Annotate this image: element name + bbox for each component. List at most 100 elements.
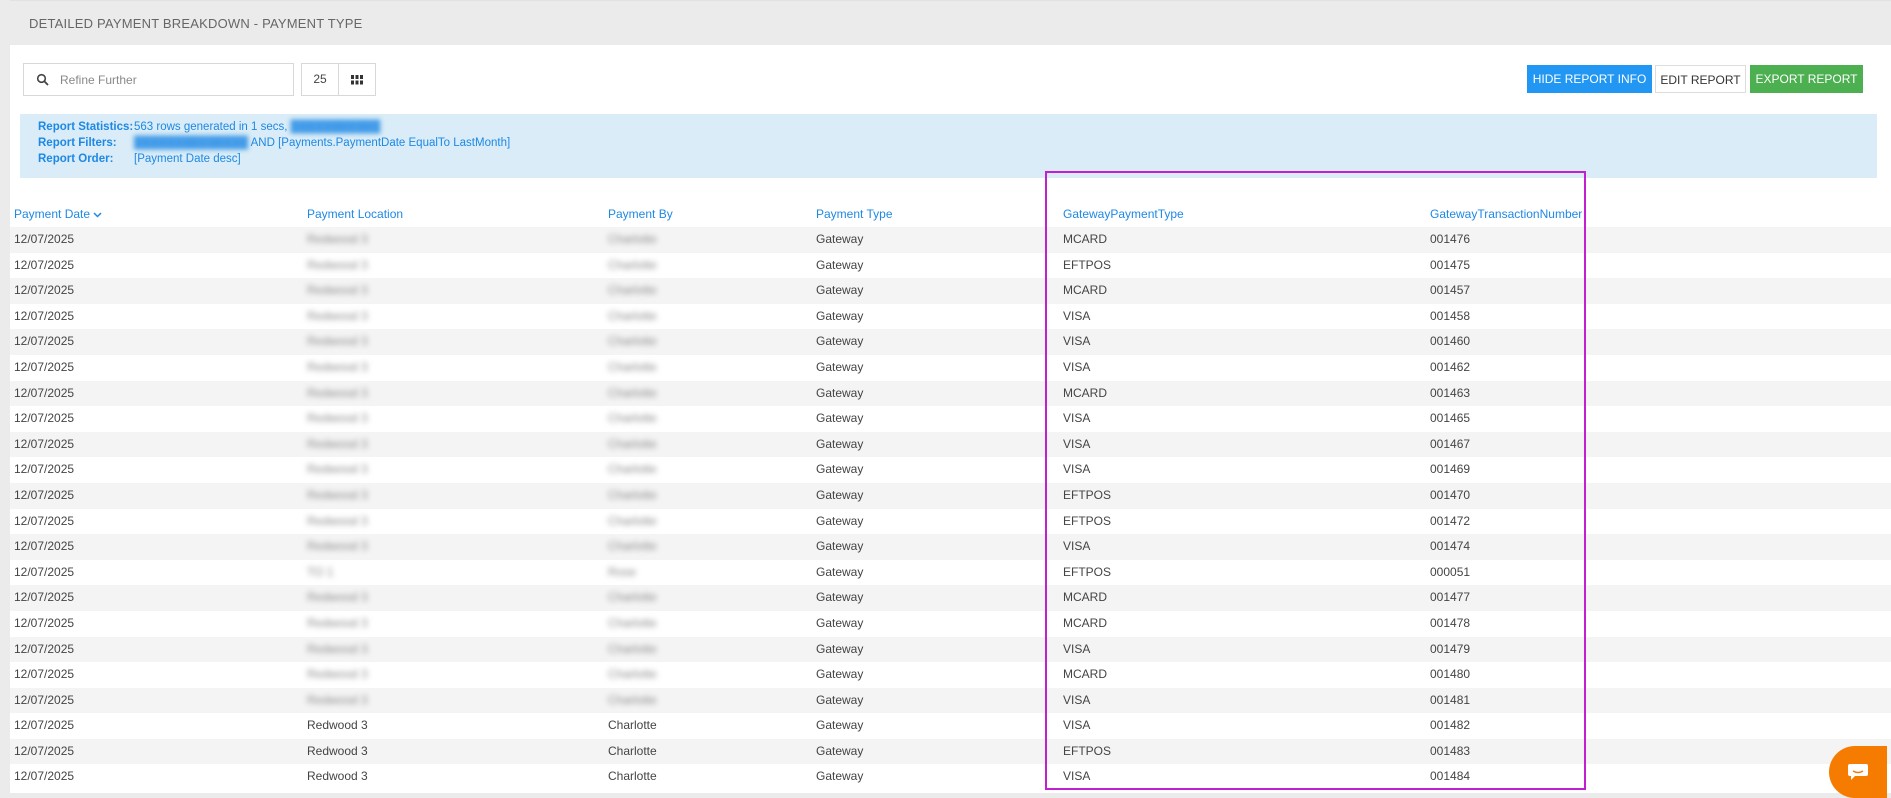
table-cell: VISA (1063, 718, 1091, 733)
table-cell: 001484 (1430, 769, 1471, 784)
page-size-select[interactable]: 25 (301, 63, 339, 96)
table-cell: Redwood 3 (307, 385, 368, 400)
table-row: 12/07/2025 Redwood 3 Charlotte Gateway VISA 0… (10, 406, 1891, 432)
table-cell: Gateway (816, 462, 864, 477)
table-cell: Charlotte (608, 667, 657, 682)
chevron-down-icon (93, 212, 102, 218)
table-row: 12/07/2025 Redwood 3 Charlotte Gateway VISA 0… (10, 764, 1891, 790)
table-cell: VISA (1063, 692, 1091, 707)
table-cell: Gateway (816, 308, 864, 323)
table-cell: Redwood 3 (307, 232, 368, 246)
table-cell: 001457 (1430, 283, 1471, 298)
table-cell: 12/07/2025 (14, 615, 75, 630)
table-cell: Gateway (816, 436, 864, 451)
table-row: 12/07/2025 Redwood 3 Charlotte Gateway EFTPO… (10, 509, 1891, 535)
table-row: 12/07/2025 Redwood 3 Charlotte Gateway MCARD… (10, 227, 1891, 253)
header-bar: DETAILED PAYMENT BREAKDOWN - PAYMENT TYP… (10, 0, 1891, 45)
table-cell: Charlotte (608, 615, 657, 630)
table-cell: 001472 (1430, 513, 1471, 528)
table-cell: Charlotte (608, 359, 657, 374)
table-cell: Charlotte (608, 539, 657, 554)
table-cell: Charlotte (608, 487, 657, 502)
table-cell: Gateway (816, 743, 864, 758)
report-filters-text: AND [Payments.PaymentDate EqualTo LastMo… (250, 137, 511, 149)
hide-report-info-button[interactable]: HIDE REPORT INFO (1527, 65, 1652, 93)
table-cell: Gateway (816, 539, 864, 554)
table-cell: MCARD (1063, 232, 1107, 246)
table-cell: EFTPOS (1063, 257, 1112, 272)
column-header-gateway-transaction-number[interactable]: GatewayTransactionNumber (1430, 207, 1582, 221)
report-stats-text: 563 rows generated in 1 secs, (134, 121, 288, 133)
table-cell: Redwood 3 (307, 283, 368, 298)
column-header-payment-type[interactable]: Payment Type (816, 207, 893, 221)
table-cell: 12/07/2025 (14, 411, 75, 426)
table-cell: 12/07/2025 (14, 359, 75, 374)
table-cell: 12/07/2025 (14, 283, 75, 298)
table-cell: 000051 (1430, 564, 1471, 579)
export-report-button[interactable]: EXPORT REPORT (1750, 65, 1863, 93)
table-row: 12/07/2025 Redwood 3 Charlotte Gateway VISA 0… (10, 329, 1891, 355)
search-icon (36, 73, 49, 86)
table-cell: MCARD (1063, 667, 1107, 682)
table-cell: 001470 (1430, 487, 1471, 502)
table-cell: Redwood 3 (307, 743, 368, 758)
table-cell: Charlotte (608, 513, 657, 528)
table-cell: Charlotte (608, 590, 657, 605)
table-cell: 001458 (1430, 308, 1471, 323)
table-cell: EFTPOS (1063, 743, 1112, 758)
table-cell: Gateway (816, 257, 864, 272)
table-cell: VISA (1063, 539, 1091, 554)
table-cell: Redwood 3 (307, 334, 368, 349)
column-header-payment-by[interactable]: Payment By (608, 207, 673, 221)
table-cell: VISA (1063, 334, 1091, 349)
table-cell: 001481 (1430, 692, 1471, 707)
table-cell: 001482 (1430, 718, 1471, 733)
table-cell: VISA (1063, 462, 1091, 477)
table-cell: MCARD (1063, 283, 1107, 298)
table-cell: Gateway (816, 359, 864, 374)
table-row: 12/07/2025 Redwood 3 Charlotte Gateway VISA 0… (10, 304, 1891, 330)
column-header-payment-date[interactable]: Payment Date (14, 207, 102, 221)
table-cell: 001476 (1430, 232, 1471, 246)
search-box[interactable] (23, 63, 294, 96)
table-cell: Redwood 3 (307, 615, 368, 630)
column-chooser-button[interactable] (338, 63, 376, 96)
search-input[interactable] (58, 65, 288, 94)
column-header-gateway-payment-type[interactable]: GatewayPaymentType (1063, 207, 1184, 221)
table-row: 12/07/2025 Redwood 3 Charlotte Gateway VISA 0… (10, 713, 1891, 739)
table-cell: Charlotte (608, 718, 657, 733)
report-order-value: [Payment Date desc] (134, 153, 241, 165)
table-cell: 12/07/2025 (14, 487, 75, 502)
table-cell: 001469 (1430, 462, 1471, 477)
table-cell: Charlotte (608, 769, 657, 784)
table-cell: 12/07/2025 (14, 564, 75, 579)
table-cell: 12/07/2025 (14, 743, 75, 758)
edit-report-button[interactable]: EDIT REPORT (1655, 65, 1746, 93)
table-cell: Gateway (816, 615, 864, 630)
table-cell: 12/07/2025 (14, 692, 75, 707)
table-cell: Gateway (816, 487, 864, 502)
table-cell: Gateway (816, 513, 864, 528)
report-stats-row: Report Statistics: 563 rows generated in… (38, 119, 1877, 135)
table-row: 12/07/2025 Redwood 3 Charlotte Gateway VISA 0… (10, 636, 1891, 663)
table-row: 12/07/2025 Redwood 3 Charlotte Gateway VISA 0… (10, 534, 1891, 560)
table-cell: Redwood 3 (307, 667, 368, 682)
table-cell: VISA (1063, 411, 1091, 426)
redacted-text: ██████████████ (134, 137, 249, 149)
table-cell: Redwood 3 (307, 539, 368, 554)
table-row: 12/07/2025 Redwood 3 Charlotte Gateway EFTPO… (10, 482, 1891, 509)
table-cell: 12/07/2025 (14, 257, 75, 272)
table-cell: MCARD (1063, 385, 1107, 400)
table-cell: Redwood 3 (307, 513, 368, 528)
table-cell: Charlotte (608, 283, 657, 298)
chat-button[interactable] (1829, 746, 1887, 798)
report-order-label: Report Order: (38, 153, 114, 165)
table-cell: EFTPOS (1063, 564, 1112, 579)
table-cell: 001465 (1430, 411, 1471, 426)
column-header-payment-location[interactable]: Payment Location (307, 207, 403, 221)
table-cell: Gateway (816, 769, 864, 784)
table-row: 12/07/2025 Redwood 3 Charlotte Gateway MCARD… (10, 380, 1891, 407)
report-info-panel: Report Statistics: 563 rows generated in… (20, 114, 1877, 178)
table-cell: 001474 (1430, 539, 1471, 554)
table-cell: 12/07/2025 (14, 769, 75, 784)
